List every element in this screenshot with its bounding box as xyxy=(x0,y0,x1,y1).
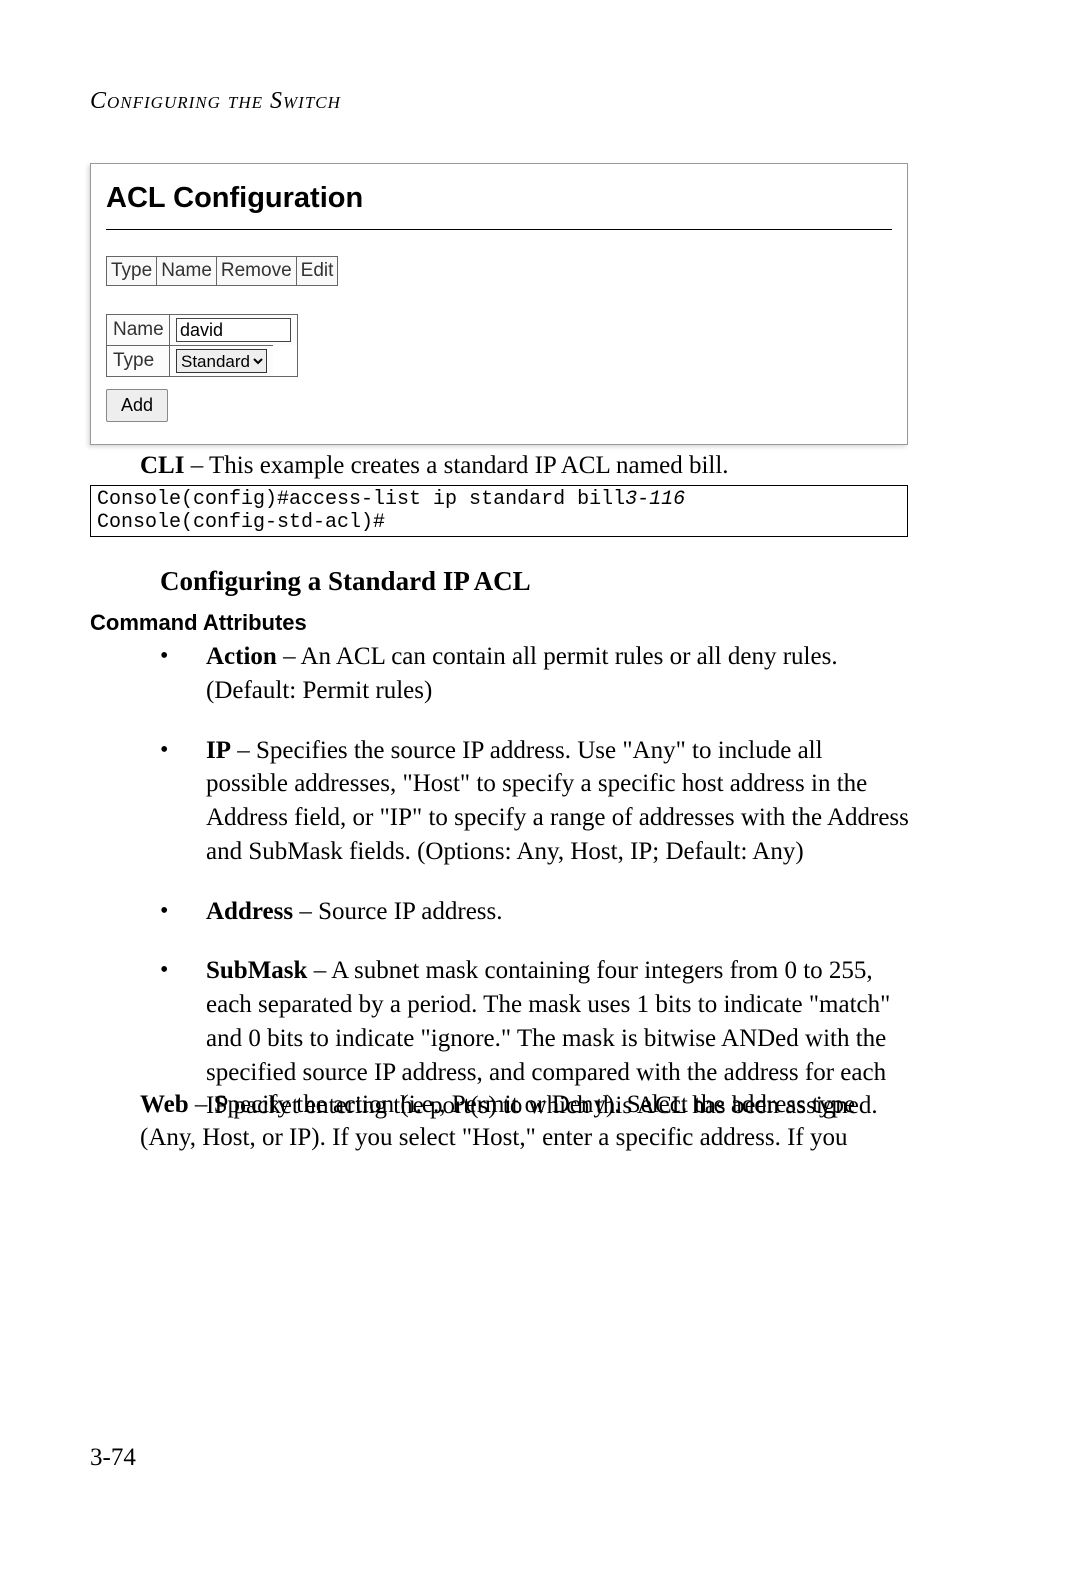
cli-text: – This example creates a standard IP ACL… xyxy=(184,452,728,479)
attr-term: Address xyxy=(206,898,293,925)
page-number: 3-74 xyxy=(90,1444,136,1472)
panel-title: ACL Configuration xyxy=(106,182,892,221)
col-type: Type xyxy=(107,257,157,286)
list-item: Action – An ACL can contain all permit r… xyxy=(160,640,910,708)
table-header-row: Type Name Remove Edit xyxy=(107,257,338,286)
col-remove: Remove xyxy=(216,257,296,286)
acl-add-form: Name Type Standard xyxy=(106,314,298,377)
attr-term: IP xyxy=(206,737,231,764)
divider xyxy=(106,229,892,230)
web-prefix: Web xyxy=(140,1091,189,1118)
acl-table: Type Name Remove Edit xyxy=(106,256,338,286)
attr-text: – An ACL can contain all permit rules or… xyxy=(206,643,838,704)
chapter-header: Configuring the Switch xyxy=(90,88,341,115)
web-paragraph: Web – Specify the action (i.e., Permit o… xyxy=(140,1089,910,1154)
cli-prefix: CLI xyxy=(140,452,184,479)
web-text: – Specify the action (i.e., Permit or De… xyxy=(140,1091,855,1151)
section-subheading: Configuring a Standard IP ACL xyxy=(160,566,531,597)
attributes-list: Action – An ACL can contain all permit r… xyxy=(160,640,910,1149)
code-line1-cmd: Console(config)#access-list ip standard … xyxy=(97,488,625,511)
add-button[interactable]: Add xyxy=(106,389,168,422)
col-edit: Edit xyxy=(296,257,338,286)
attr-term: Action xyxy=(206,643,277,670)
code-line2: Console(config-std-acl)# xyxy=(97,511,385,534)
code-line1-ref: 3-116 xyxy=(625,488,685,511)
acl-config-panel: ACL Configuration Type Name Remove Edit … xyxy=(90,163,908,445)
attr-text: – Source IP address. xyxy=(293,898,502,925)
cli-code-block: Console(config)#access-list ip standard … xyxy=(90,485,908,537)
attr-text: – Specifies the source IP address. Use "… xyxy=(206,737,909,865)
name-input[interactable] xyxy=(176,318,291,342)
attr-term: SubMask xyxy=(206,957,307,984)
name-label: Name xyxy=(107,315,169,345)
list-item: Address – Source IP address. xyxy=(160,895,910,929)
list-item: IP – Specifies the source IP address. Us… xyxy=(160,734,910,869)
col-name: Name xyxy=(157,257,217,286)
chapter-title: Configuring the Switch xyxy=(90,88,341,114)
command-attributes-label: Command Attributes xyxy=(90,610,307,636)
type-select[interactable]: Standard xyxy=(176,349,267,373)
cli-description: CLI – This example creates a standard IP… xyxy=(140,450,910,483)
type-label: Type xyxy=(107,345,169,376)
